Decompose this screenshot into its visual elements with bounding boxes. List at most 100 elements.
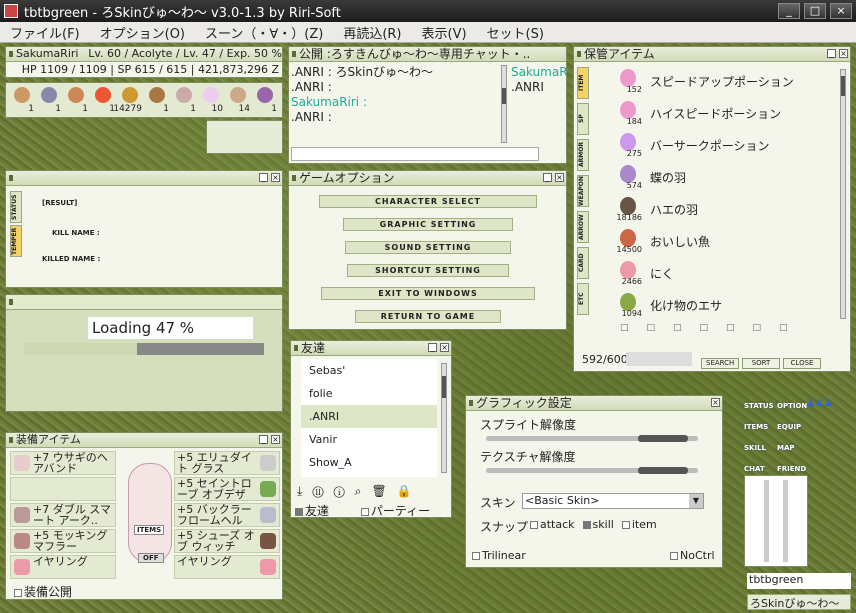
chat-member[interactable]: SakumaRir — [511, 65, 567, 80]
equip-slot[interactable]: +7 ダブル スマート アーク.. — [10, 503, 116, 527]
status-header[interactable]: SakumaRiri Lv. 60 / Acolyte / Lv. 47 / Ex… — [6, 47, 282, 62]
snap-checkbox[interactable] — [582, 521, 591, 529]
temper-header[interactable]: _ × — [6, 171, 282, 186]
game-option-button[interactable]: SOUND SETTING — [345, 241, 511, 254]
add-friend-icon[interactable]: ⤓ — [297, 484, 312, 498]
menu-file[interactable]: ファイル(F) — [0, 23, 90, 42]
storage-search-button[interactable]: SEARCH — [701, 358, 739, 369]
chat-header[interactable]: 公開 :ろすきんびゅ～わ～専用チャット・.. — [289, 47, 566, 62]
tab-status[interactable]: STATUS — [10, 191, 22, 223]
storage-close-button[interactable]: CLOSE — [783, 358, 821, 369]
menu-options[interactable]: オプション(O) — [90, 23, 195, 42]
hotbar-slot[interactable]: 1 — [64, 86, 88, 116]
hotbar-slot[interactable]: 1 — [37, 86, 61, 116]
hotbar-slot[interactable]: 14279 — [113, 86, 142, 116]
shortcut-map-button[interactable]: MAP — [777, 444, 795, 452]
snap-checkbox[interactable] — [621, 521, 630, 529]
noctrl-checkbox[interactable] — [670, 552, 678, 560]
equip-slot[interactable]: +7 ウサギのヘアバンド — [10, 451, 116, 475]
mini-list-scrollbar-2[interactable] — [783, 480, 788, 562]
search-icon[interactable]: ⌕ — [355, 484, 372, 498]
off-button[interactable]: OFF — [138, 553, 164, 563]
storage-item[interactable]: 18186 ハエの羽 — [614, 195, 834, 225]
storage-search-field[interactable] — [626, 352, 692, 366]
snap-attack[interactable]: attack — [530, 518, 575, 531]
skin-select[interactable]: <Basic Skin> ▼ — [522, 493, 704, 509]
game-option-button[interactable]: EXIT TO WINDOWS — [321, 287, 535, 300]
snap-checkbox[interactable] — [530, 521, 538, 529]
storage-tab[interactable]: ETC — [577, 283, 589, 315]
chat-scrollbar[interactable] — [501, 65, 507, 143]
friend-item[interactable]: Show_A — [301, 451, 437, 474]
menu-view[interactable]: 表示(V) — [412, 23, 477, 42]
snap-item[interactable]: item — [621, 518, 657, 531]
hotbar-slot[interactable]: 1 — [172, 86, 196, 116]
equip-slot[interactable]: +5 シューズ オブ ウィッチ — [174, 529, 280, 553]
storage-item[interactable]: 184 ハイスピードポーション — [614, 99, 834, 129]
friend-item[interactable]: Vanir — [301, 428, 437, 451]
hotbar-slot[interactable]: 10 — [199, 86, 223, 116]
storage-item[interactable]: 1094 化け物のエサ — [614, 291, 834, 321]
chevron-down-icon[interactable]: ▼ — [689, 494, 703, 508]
equip-slot[interactable]: イヤリング — [174, 555, 280, 579]
storage-header[interactable]: 保管アイテム _ × — [574, 47, 850, 62]
info-icon[interactable]: ⓘ — [334, 484, 355, 498]
storage-item[interactable]: 574 蝶の羽 — [614, 163, 834, 193]
storage-tab[interactable]: ARROW — [577, 211, 589, 243]
delete-icon[interactable]: 🗑 — [372, 484, 397, 498]
chat-member[interactable]: .ANRI — [511, 80, 567, 95]
storage-item[interactable]: 275 バーサークポーション — [614, 131, 834, 161]
shortcut-skill-button[interactable]: SKILL — [744, 444, 766, 452]
hotbar-slot[interactable]: 1 — [10, 86, 34, 116]
menu-set[interactable]: セット(S) — [477, 23, 554, 42]
shortcut-friend-button[interactable]: FRIEND — [777, 465, 806, 473]
close-button[interactable]: × — [830, 3, 852, 19]
chat-input[interactable] — [291, 147, 539, 161]
hotbar-slot[interactable]: 1 — [145, 86, 169, 116]
equip-slot[interactable]: +5 エリュダイト グラス — [174, 451, 280, 475]
friend-item[interactable]: .ANRI — [301, 405, 437, 428]
tab-temper[interactable]: TEMPER — [10, 225, 22, 257]
whisper-icon[interactable]: ⑪ — [312, 484, 333, 498]
items-button[interactable]: ITEMS — [134, 525, 165, 535]
friend-item[interactable]: folie — [301, 382, 437, 405]
equip-public[interactable]: 装備公開 — [14, 583, 72, 600]
trilinear-checkbox[interactable] — [472, 552, 480, 560]
storage-item[interactable]: 2466 にく — [614, 259, 834, 289]
hotbar-slot[interactable]: 14 — [226, 86, 250, 116]
storage-item[interactable]: 14500 おいしい魚 — [614, 227, 834, 257]
game-option-button[interactable]: CHARACTER SELECT — [319, 195, 537, 208]
shortcut-option-button[interactable]: OPTION — [777, 402, 807, 410]
friend-item[interactable]: Sebas' — [301, 359, 437, 382]
equip-public-checkbox[interactable] — [14, 588, 22, 597]
storage-item[interactable]: 152 スピードアップポーション — [614, 67, 834, 97]
shortcut-status-button[interactable]: STATUS — [744, 402, 774, 410]
game-option-button[interactable]: RETURN TO GAME — [355, 310, 501, 323]
texture-slider-knob[interactable] — [638, 467, 688, 474]
minimize-button[interactable]: _ — [778, 3, 800, 19]
party-tab[interactable]: パーティー — [371, 504, 430, 518]
mini-list-scrollbar[interactable] — [764, 480, 769, 562]
friends-tab[interactable]: 友達 — [305, 504, 329, 518]
game-option-button[interactable]: GRAPHIC SETTING — [343, 218, 513, 231]
game-options-header[interactable]: ゲームオプション _ × — [289, 171, 566, 186]
friends-tab-checkbox[interactable] — [295, 507, 303, 516]
lock-icon[interactable]: 🔒 — [397, 484, 422, 498]
equip-slot[interactable]: +5 バックラー フロームヘル — [174, 503, 280, 527]
storage-tab[interactable]: ITEM — [577, 67, 589, 99]
equip-slot[interactable]: +5 セイントローブ オブデザー — [174, 477, 280, 511]
game-option-button[interactable]: SHORTCUT SETTING — [347, 264, 509, 277]
equipment-header[interactable]: 装備アイテム _ × — [6, 433, 282, 448]
storage-scrollbar[interactable] — [840, 69, 846, 319]
shortcut-chat-button[interactable]: CHAT — [744, 465, 765, 473]
storage-tab[interactable]: SP — [577, 103, 589, 135]
equip-slot[interactable]: +5 モッキング マフラー — [10, 529, 116, 553]
party-tab-checkbox[interactable] — [360, 507, 369, 516]
shortcut-equip-button[interactable]: EQUIP — [777, 423, 801, 431]
trilinear-option[interactable]: Trilinear — [472, 549, 526, 562]
friends-scrollbar[interactable] — [441, 363, 447, 473]
sprite-resolution-slider[interactable] — [486, 435, 698, 442]
noctrl-option[interactable]: NoCtrl — [670, 549, 715, 562]
hotbar-slot[interactable]: 1 — [253, 86, 277, 116]
storage-tab[interactable]: ARMOR — [577, 139, 589, 171]
